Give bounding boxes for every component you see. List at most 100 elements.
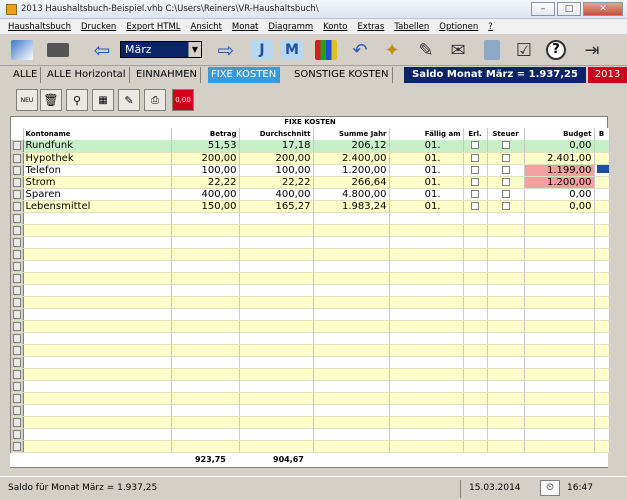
tab-sonstige-kosten[interactable]: SONSTIGE KOSTEN xyxy=(291,67,393,83)
table-row[interactable]: Strom 22,22 22,22 266,64 01. 1.200,00 xyxy=(11,176,610,189)
checklist-button[interactable]: ☑ xyxy=(510,37,538,63)
empty-row[interactable] xyxy=(11,332,610,345)
cell-durchschnitt[interactable]: 200,00 xyxy=(239,152,314,165)
empty-row[interactable] xyxy=(11,308,610,321)
row-selector[interactable] xyxy=(12,429,21,439)
empty-cell[interactable] xyxy=(239,356,314,369)
empty-cell[interactable] xyxy=(594,272,610,285)
empty-cell[interactable] xyxy=(487,236,525,249)
empty-cell[interactable] xyxy=(313,416,390,429)
col-kontoname[interactable]: Kontoname xyxy=(23,128,172,140)
empty-cell[interactable] xyxy=(239,272,314,285)
empty-cell[interactable] xyxy=(23,248,172,261)
empty-cell[interactable] xyxy=(171,440,240,453)
table-cell[interactable] xyxy=(463,152,488,165)
exit-button[interactable]: ⇥ xyxy=(578,37,606,63)
empty-cell[interactable] xyxy=(313,224,390,237)
empty-cell[interactable] xyxy=(487,224,525,237)
empty-cell[interactable] xyxy=(23,320,172,333)
row-selector[interactable] xyxy=(12,165,21,175)
row-selector[interactable] xyxy=(12,405,21,415)
empty-cell[interactable] xyxy=(11,296,24,309)
empty-cell[interactable] xyxy=(463,272,488,285)
empty-cell[interactable] xyxy=(239,248,314,261)
empty-cell[interactable] xyxy=(594,296,610,309)
table-row[interactable]: Rundfunk 51,53 17,18 206,12 01. 0,00 xyxy=(11,140,610,153)
empty-cell[interactable] xyxy=(463,260,488,273)
empty-row[interactable] xyxy=(11,356,610,369)
empty-cell[interactable] xyxy=(313,440,390,453)
table-cell[interactable] xyxy=(463,188,488,201)
tab-einnahmen[interactable]: EINNAHMEN xyxy=(133,67,202,83)
empty-cell[interactable] xyxy=(463,224,488,237)
empty-cell[interactable] xyxy=(11,212,24,225)
row-selector[interactable] xyxy=(12,285,21,295)
cell-b[interactable] xyxy=(594,164,610,177)
menu-konto[interactable]: Konto xyxy=(323,22,347,32)
empty-cell[interactable] xyxy=(11,236,24,249)
empty-cell[interactable] xyxy=(171,224,240,237)
empty-cell[interactable] xyxy=(11,248,24,261)
empty-cell[interactable] xyxy=(389,212,464,225)
empty-cell[interactable] xyxy=(524,392,595,405)
table-cell[interactable] xyxy=(487,176,525,189)
col-durchschnitt[interactable]: Durchschnitt xyxy=(239,128,314,140)
cell-b[interactable] xyxy=(594,188,610,201)
empty-cell[interactable] xyxy=(524,224,595,237)
empty-cell[interactable] xyxy=(524,416,595,429)
empty-cell[interactable] xyxy=(171,236,240,249)
table-cell[interactable] xyxy=(11,176,24,189)
empty-cell[interactable] xyxy=(313,212,390,225)
empty-cell[interactable] xyxy=(23,308,172,321)
empty-cell[interactable] xyxy=(239,392,314,405)
cell-budget[interactable]: 0,00 xyxy=(524,140,595,153)
menu-optionen[interactable]: Optionen xyxy=(439,22,478,32)
empty-cell[interactable] xyxy=(524,440,595,453)
empty-cell[interactable] xyxy=(239,212,314,225)
empty-cell[interactable] xyxy=(487,248,525,261)
empty-cell[interactable] xyxy=(524,272,595,285)
cell-betrag[interactable]: 400,00 xyxy=(171,188,240,201)
empty-cell[interactable] xyxy=(389,248,464,261)
menu-help[interactable]: ? xyxy=(488,22,493,32)
empty-cell[interactable] xyxy=(594,332,610,345)
col-steuer[interactable]: Steuer xyxy=(487,128,525,140)
empty-cell[interactable] xyxy=(487,404,525,417)
cell-b[interactable] xyxy=(594,152,610,165)
cell-kontoname[interactable]: Sparen xyxy=(23,188,172,201)
cell-betrag[interactable]: 150,00 xyxy=(171,200,240,213)
empty-cell[interactable] xyxy=(389,428,464,441)
cell-kontoname[interactable]: Hypothek xyxy=(23,152,172,165)
row-selector[interactable] xyxy=(12,393,21,403)
empty-cell[interactable] xyxy=(239,260,314,273)
empty-cell[interactable] xyxy=(23,368,172,381)
empty-cell[interactable] xyxy=(389,224,464,237)
empty-cell[interactable] xyxy=(239,428,314,441)
empty-cell[interactable] xyxy=(389,272,464,285)
next-month-button[interactable]: ⇨ xyxy=(212,37,240,63)
empty-cell[interactable] xyxy=(171,308,240,321)
cell-budget[interactable]: 0,00 xyxy=(524,188,595,201)
cell-summe-jahr[interactable]: 4.800,00 xyxy=(313,188,390,201)
empty-cell[interactable] xyxy=(594,344,610,357)
empty-cell[interactable] xyxy=(313,428,390,441)
row-selector[interactable] xyxy=(12,333,21,343)
empty-cell[interactable] xyxy=(171,260,240,273)
empty-cell[interactable] xyxy=(389,380,464,393)
cell-summe-jahr[interactable]: 2.400,00 xyxy=(313,152,390,165)
empty-cell[interactable] xyxy=(389,356,464,369)
empty-row[interactable] xyxy=(11,344,610,357)
row-selector[interactable] xyxy=(12,345,21,355)
empty-cell[interactable] xyxy=(171,272,240,285)
table-row[interactable]: Hypothek 200,00 200,00 2.400,00 01. 2.401,00 xyxy=(11,152,610,165)
empty-cell[interactable] xyxy=(313,344,390,357)
empty-cell[interactable] xyxy=(23,260,172,273)
cell-faellig-am[interactable]: 01. xyxy=(389,164,464,177)
menu-monat[interactable]: Monat xyxy=(232,22,258,32)
empty-cell[interactable] xyxy=(594,404,610,417)
empty-cell[interactable] xyxy=(171,404,240,417)
menu-tabellen[interactable]: Tabellen xyxy=(394,22,429,32)
empty-cell[interactable] xyxy=(389,320,464,333)
empty-row[interactable] xyxy=(11,416,610,429)
menu-extras[interactable]: Extras xyxy=(357,22,384,32)
